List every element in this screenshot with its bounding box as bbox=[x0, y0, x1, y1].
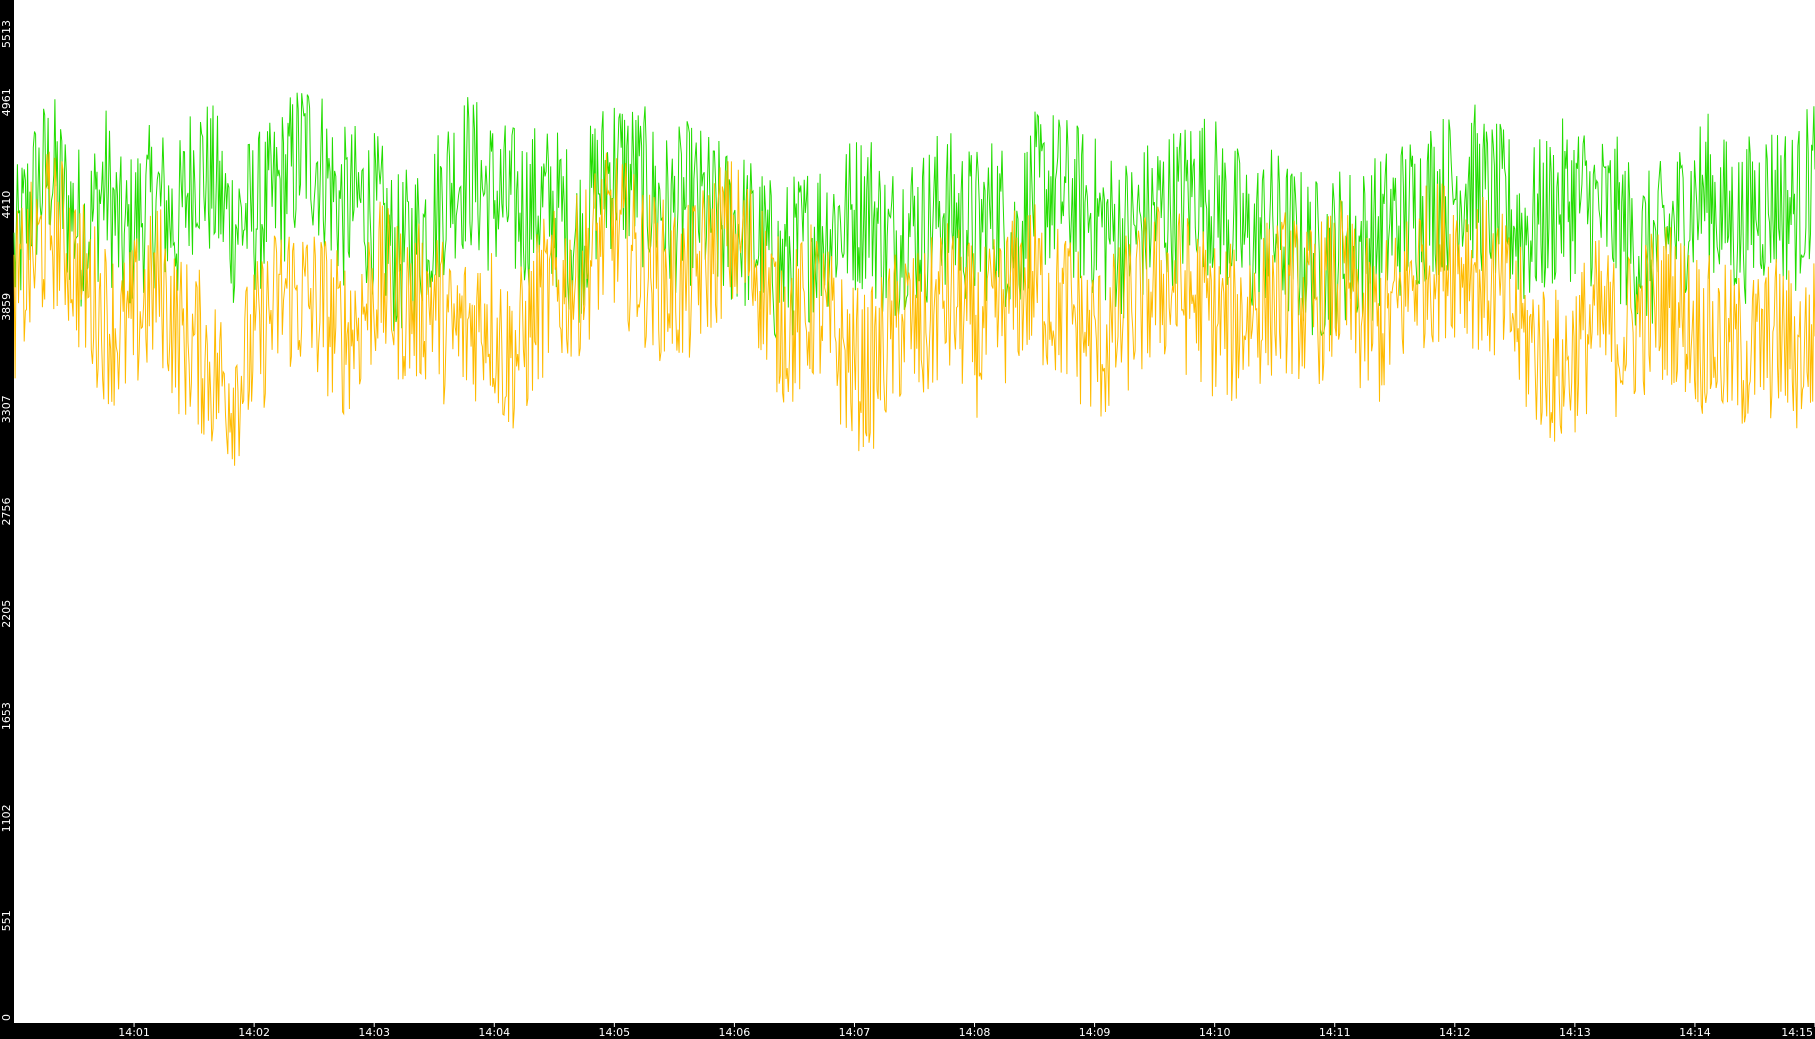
x-tick-label: 14:09 bbox=[1079, 1026, 1111, 1039]
x-tick-label: 14:08 bbox=[959, 1026, 991, 1039]
y-tick-label: 4410 bbox=[0, 191, 13, 219]
x-tick-label: 14:02 bbox=[238, 1026, 270, 1039]
y-tick-label: 0 bbox=[0, 1014, 13, 1021]
plot-background bbox=[14, 0, 1815, 1023]
y-tick-label: 5513 bbox=[0, 20, 13, 48]
y-tick-label: 1102 bbox=[0, 804, 13, 832]
y-tick-label: 1653 bbox=[0, 702, 13, 730]
line-chart: 0 551 1102 1653 2205 2756 3307 3859 4410 4961 5513… bbox=[0, 0, 1815, 1039]
x-tick-label: 14:13 bbox=[1559, 1026, 1591, 1039]
y-tick-label: 2205 bbox=[0, 600, 13, 628]
x-tick-label: 14:07 bbox=[839, 1026, 871, 1039]
y-tick-label: 3307 bbox=[0, 395, 13, 423]
x-axis: 14:01 14:02 14:03 14:04 14:05 14:06 14:07 14:08… bbox=[118, 1023, 1815, 1039]
x-tick-label: 14:10 bbox=[1199, 1026, 1231, 1039]
x-tick-label: 14:03 bbox=[358, 1026, 390, 1039]
x-tick-label: 14:05 bbox=[598, 1026, 630, 1039]
y-tick-label: 2756 bbox=[0, 498, 13, 526]
y-tick-label: 551 bbox=[0, 910, 13, 931]
x-tick-label: 14:01 bbox=[118, 1026, 150, 1039]
y-axis: 0 551 1102 1653 2205 2756 3307 3859 4410 4961 5513 bbox=[0, 20, 13, 1021]
x-tick-label: 14:04 bbox=[478, 1026, 510, 1039]
x-tick-label: 14:11 bbox=[1319, 1026, 1351, 1039]
x-tick-label: 14:15 bbox=[1781, 1026, 1813, 1039]
x-tick-label: 14:12 bbox=[1439, 1026, 1471, 1039]
y-tick-label: 4961 bbox=[0, 88, 13, 116]
x-tick-label: 14:14 bbox=[1679, 1026, 1711, 1039]
x-tick-label: 14:06 bbox=[719, 1026, 751, 1039]
y-tick-label: 3859 bbox=[0, 293, 13, 321]
